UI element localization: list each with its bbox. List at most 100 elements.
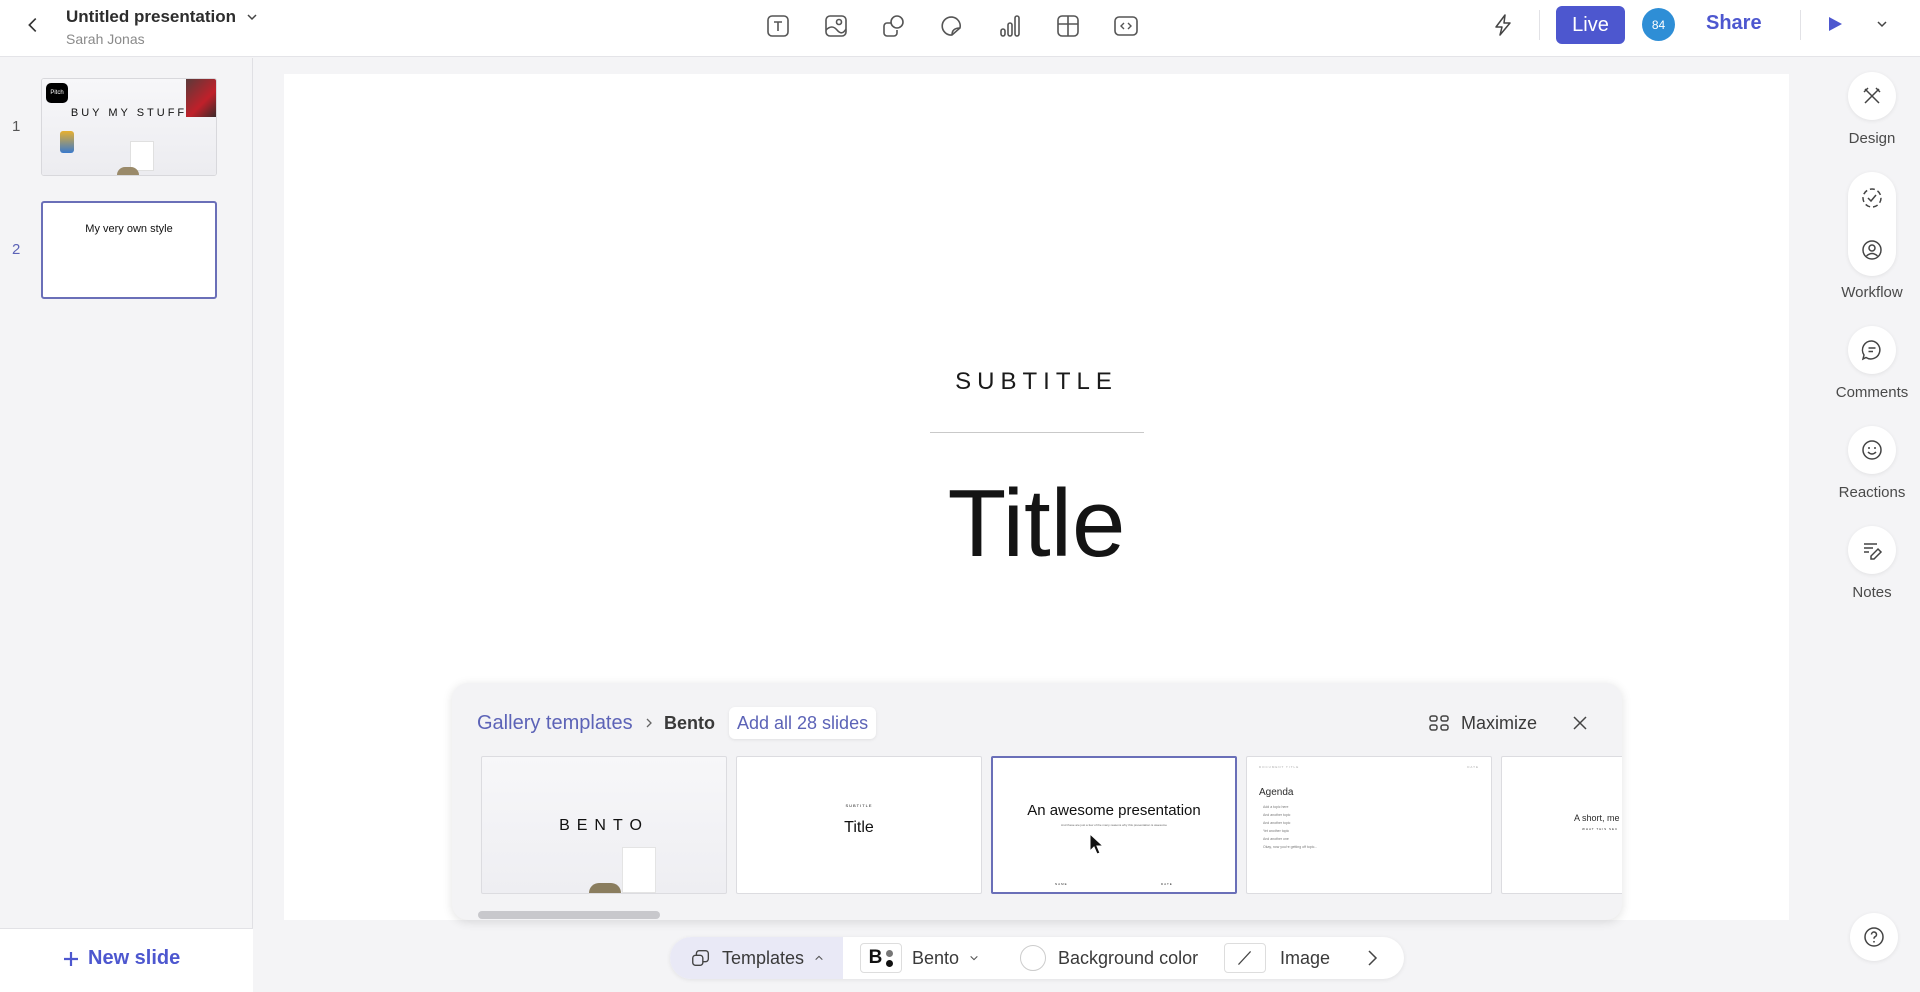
chevron-right-icon bbox=[1368, 950, 1378, 966]
workflow-group bbox=[1848, 172, 1896, 276]
template-subtitle: WHAT THIS SEC bbox=[1582, 827, 1619, 831]
notes-pen-icon bbox=[1864, 543, 1883, 560]
bottom-toolbar: Templates B Bento Background color Image bbox=[670, 937, 1404, 979]
image-icon bbox=[825, 15, 847, 37]
slide-divider-line[interactable] bbox=[930, 432, 1144, 433]
theme-color-dots bbox=[886, 949, 894, 967]
template-card[interactable]: A short, me WHAT THIS SEC bbox=[1501, 756, 1622, 894]
agenda-item: And another one bbox=[1263, 837, 1289, 841]
slide-thumbnail-1[interactable]: Pitch BUY MY STUFF bbox=[41, 78, 217, 176]
template-header-left: DOCUMENT TITLE bbox=[1259, 765, 1300, 769]
user-circle-icon bbox=[1862, 240, 1882, 260]
agenda-item: Yet another topic bbox=[1263, 829, 1290, 833]
assignee-button[interactable] bbox=[1848, 226, 1896, 274]
background-image-button[interactable]: Image bbox=[1224, 943, 1330, 973]
template-card-hovered[interactable]: An awesome presentation And these are ju… bbox=[991, 756, 1237, 894]
image-tool[interactable] bbox=[820, 10, 852, 42]
shape-tool[interactable] bbox=[878, 10, 910, 42]
workflow-label: Workflow bbox=[1841, 284, 1903, 301]
template-agenda-list: Add a topic here And another topic And a… bbox=[1263, 803, 1317, 851]
table-icon bbox=[1057, 15, 1079, 37]
theme-letter: B bbox=[868, 947, 883, 968]
help-button[interactable] bbox=[1850, 913, 1898, 961]
notes-label: Notes bbox=[1852, 584, 1892, 601]
sticker-icon bbox=[941, 16, 962, 36]
slide-subtitle[interactable]: SUBTITLE bbox=[284, 368, 1789, 396]
templates-label: Templates bbox=[722, 947, 805, 968]
notes-button[interactable] bbox=[1848, 526, 1896, 574]
status-button[interactable] bbox=[1848, 174, 1896, 222]
agenda-item: And another topic bbox=[1263, 821, 1291, 825]
image-label: Image bbox=[1280, 947, 1331, 968]
template-card[interactable]: DOCUMENT TITLE DATE Agenda Add a topic h… bbox=[1246, 756, 1492, 894]
divider bbox=[1800, 10, 1801, 40]
top-bar: Untitled presentation Sarah Jonas Live 8… bbox=[0, 0, 1920, 57]
document-title[interactable]: Untitled presentation bbox=[66, 7, 236, 27]
template-card[interactable]: SUBTITLE Title bbox=[736, 756, 982, 894]
smiley-icon bbox=[1862, 440, 1882, 460]
shapes-icon bbox=[883, 15, 904, 37]
toolbar-next-button[interactable] bbox=[1362, 948, 1382, 968]
template-title: A short, me bbox=[1574, 813, 1620, 823]
share-button[interactable]: Share bbox=[1706, 12, 1762, 35]
play-icon bbox=[1829, 17, 1842, 31]
comments-button[interactable] bbox=[1848, 326, 1896, 374]
document-menu-button[interactable] bbox=[244, 9, 260, 25]
right-rail: Design Workflow Comments Reactions Notes bbox=[1820, 58, 1920, 992]
maximize-button[interactable]: Maximize bbox=[1427, 711, 1537, 735]
reactions-label: Reactions bbox=[1838, 484, 1906, 501]
design-tools-icon bbox=[1863, 87, 1881, 104]
template-subtitle: SUBTITLE bbox=[845, 803, 873, 808]
agenda-item: Add a topic here bbox=[1263, 805, 1289, 809]
new-slide-button[interactable]: New slide bbox=[62, 947, 180, 970]
template-footer-left: NAME bbox=[1055, 882, 1068, 886]
add-all-slides-button[interactable]: Add all 28 slides bbox=[729, 707, 877, 739]
chair-illustration bbox=[589, 883, 621, 893]
back-button[interactable] bbox=[22, 14, 44, 36]
reactions-button[interactable] bbox=[1848, 426, 1896, 474]
thumbnail-title: My very own style bbox=[85, 223, 173, 235]
thumbnail-title: BUY MY STUFF bbox=[70, 107, 188, 119]
template-title: Title bbox=[844, 819, 874, 836]
dashed-check-circle-icon bbox=[1862, 188, 1882, 208]
table-tool[interactable] bbox=[1052, 10, 1084, 42]
ai-actions-button[interactable] bbox=[1490, 12, 1516, 38]
slide-title[interactable]: Title bbox=[284, 469, 1789, 579]
chevron-down-icon bbox=[247, 14, 257, 21]
theme-label: Bento bbox=[912, 947, 960, 968]
document-owner: Sarah Jonas bbox=[66, 31, 145, 47]
slide-thumbnail-2[interactable]: My very own style bbox=[41, 201, 217, 299]
chevron-down-icon bbox=[1877, 21, 1887, 28]
mascot-illustration bbox=[60, 131, 74, 153]
template-strip: BENTO SUBTITLE Title An awesome presenta… bbox=[481, 756, 1622, 894]
breadcrumb-current: Bento bbox=[664, 713, 715, 733]
present-options-button[interactable] bbox=[1874, 16, 1890, 32]
new-slide-area: New slide bbox=[0, 928, 253, 992]
embed-tool[interactable] bbox=[1110, 10, 1142, 42]
template-card[interactable]: BENTO bbox=[481, 756, 727, 894]
theme-selector[interactable]: B Bento bbox=[860, 943, 979, 973]
frame-illustration bbox=[622, 847, 656, 893]
chevron-right-icon bbox=[646, 718, 652, 728]
templates-stack-icon bbox=[692, 949, 710, 967]
slide-number: 2 bbox=[12, 241, 21, 258]
present-button[interactable] bbox=[1825, 14, 1845, 34]
close-gallery-button[interactable] bbox=[1569, 712, 1591, 734]
avatar[interactable]: 84 bbox=[1642, 8, 1675, 41]
breadcrumb-gallery-templates[interactable]: Gallery templates bbox=[477, 712, 633, 735]
template-header-right: DATE bbox=[1467, 765, 1479, 769]
template-title: Agenda bbox=[1259, 787, 1294, 798]
insert-toolbar bbox=[762, 10, 1142, 42]
templates-toggle-button[interactable]: Templates bbox=[670, 937, 843, 979]
lightning-bolt-icon bbox=[1495, 14, 1511, 36]
chart-tool[interactable] bbox=[994, 10, 1026, 42]
sticker-tool[interactable] bbox=[936, 10, 968, 42]
text-tool[interactable] bbox=[762, 10, 794, 42]
design-button[interactable] bbox=[1848, 72, 1896, 120]
background-color-button[interactable]: Background color bbox=[1020, 945, 1198, 971]
new-slide-label: New slide bbox=[88, 947, 181, 969]
close-icon bbox=[1573, 716, 1587, 730]
horizontal-scrollbar[interactable] bbox=[478, 911, 660, 919]
maximize-label: Maximize bbox=[1461, 712, 1538, 733]
live-button[interactable]: Live bbox=[1556, 6, 1625, 44]
